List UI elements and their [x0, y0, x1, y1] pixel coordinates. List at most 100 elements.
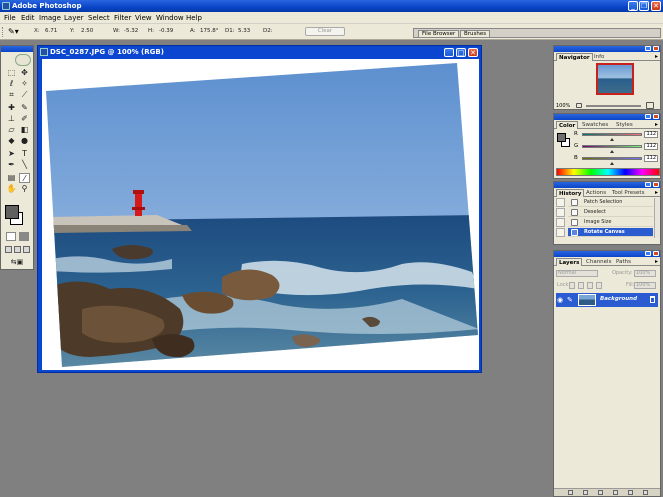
- tab-tool-presets[interactable]: Tool Presets: [610, 189, 646, 197]
- history-source-checkbox[interactable]: [556, 208, 565, 217]
- d1-value[interactable]: 5.33: [238, 28, 250, 35]
- layer-row-background[interactable]: ◉ ✎ Background: [556, 293, 658, 307]
- eraser-tool-icon[interactable]: ▱: [6, 125, 17, 135]
- eyedropper-tool-icon[interactable]: ⁄: [19, 173, 30, 183]
- trash-icon[interactable]: [643, 490, 648, 495]
- color-menu-arrow-icon[interactable]: ▸: [655, 121, 658, 128]
- full-screen-menu-icon[interactable]: [14, 246, 21, 253]
- pen-tool-icon[interactable]: ✒: [6, 160, 17, 170]
- new-layer-icon[interactable]: [628, 490, 633, 495]
- history-item[interactable]: Patch Selection: [568, 198, 653, 207]
- minimize-button[interactable]: _: [628, 1, 638, 11]
- dodge-tool-icon[interactable]: ●: [19, 136, 30, 146]
- menu-select[interactable]: Select: [88, 14, 110, 22]
- full-screen-icon[interactable]: [23, 246, 30, 253]
- close-button[interactable]: ✕: [651, 1, 661, 11]
- history-item[interactable]: Deselect: [568, 208, 653, 217]
- green-value[interactable]: 112: [644, 143, 658, 150]
- tab-layers[interactable]: Layers: [556, 258, 583, 266]
- blue-slider-thumb[interactable]: [610, 162, 614, 165]
- navigator-menu-arrow-icon[interactable]: ▸: [655, 53, 658, 60]
- red-slider-thumb[interactable]: [610, 138, 614, 141]
- path-selection-tool-icon[interactable]: ➤: [6, 149, 17, 159]
- green-slider[interactable]: [582, 145, 642, 148]
- brush-link-icon[interactable]: ✎: [567, 295, 575, 305]
- history-scrollbar[interactable]: [654, 198, 660, 238]
- slice-tool-icon[interactable]: ⟋: [19, 90, 30, 100]
- color-minimize-icon[interactable]: [645, 114, 651, 119]
- history-source-checkbox[interactable]: [556, 228, 565, 237]
- lock-all-icon[interactable]: [596, 282, 602, 289]
- navigator-minimize-icon[interactable]: [645, 46, 651, 51]
- menu-filter[interactable]: Filter: [114, 14, 131, 22]
- tab-color[interactable]: Color: [556, 121, 579, 129]
- doc-close-button[interactable]: ✕: [468, 48, 478, 57]
- menu-help[interactable]: Help: [186, 14, 202, 22]
- quick-mask-mode-icon[interactable]: [19, 232, 29, 241]
- navigator-zoom-value[interactable]: 100%: [556, 103, 570, 109]
- line-tool-icon[interactable]: ╲: [19, 160, 30, 170]
- layers-menu-arrow-icon[interactable]: ▸: [655, 258, 658, 265]
- standard-screen-icon[interactable]: [5, 246, 12, 253]
- foreground-color-swatch[interactable]: [5, 205, 19, 219]
- move-tool-icon[interactable]: ✥: [19, 68, 30, 78]
- fill-field[interactable]: 100%: [634, 282, 656, 289]
- menu-view[interactable]: View: [135, 14, 152, 22]
- zoom-tool-icon[interactable]: ⚲: [19, 184, 30, 194]
- clone-stamp-tool-icon[interactable]: ⊥: [6, 114, 17, 124]
- history-item-active[interactable]: Rotate Canvas: [568, 228, 653, 237]
- lasso-tool-icon[interactable]: ℓ: [6, 79, 17, 89]
- navigator-thumbnail[interactable]: [596, 63, 634, 95]
- navigator-zoom-slider[interactable]: [586, 105, 641, 107]
- x-value[interactable]: 6.71: [45, 28, 57, 35]
- lock-transparency-icon[interactable]: [569, 282, 575, 289]
- layer-name[interactable]: Background: [600, 296, 637, 303]
- color-spectrum-ramp[interactable]: [556, 168, 660, 176]
- tab-actions[interactable]: Actions: [584, 189, 608, 197]
- brush-tool-icon[interactable]: ✎: [19, 103, 30, 113]
- menu-file[interactable]: File: [4, 14, 16, 22]
- tab-history[interactable]: History: [556, 189, 585, 197]
- blue-value[interactable]: 112: [644, 155, 658, 162]
- adobe-online-icon[interactable]: [15, 54, 31, 66]
- menu-image[interactable]: Image: [39, 14, 61, 22]
- toolbox-header[interactable]: [1, 46, 33, 52]
- history-brush-tool-icon[interactable]: ✐: [19, 114, 30, 124]
- navigator-close-icon[interactable]: [653, 46, 659, 51]
- tab-channels[interactable]: Channels: [584, 258, 613, 266]
- doc-minimize-button[interactable]: _: [444, 48, 454, 57]
- tab-paths[interactable]: Paths: [614, 258, 633, 266]
- marquee-tool-icon[interactable]: ⬚: [6, 68, 17, 78]
- blue-slider[interactable]: [582, 157, 642, 160]
- tab-navigator[interactable]: Navigator: [556, 53, 593, 61]
- green-slider-thumb[interactable]: [610, 150, 614, 153]
- menu-edit[interactable]: Edit: [21, 14, 35, 22]
- blend-mode-select[interactable]: Normal: [556, 270, 598, 277]
- navigator-zoom-in-icon[interactable]: [646, 102, 654, 109]
- history-source-checkbox[interactable]: [556, 218, 565, 227]
- layer-mask-icon[interactable]: [583, 490, 588, 495]
- brush-tool-preset-icon[interactable]: ✎▾: [8, 27, 22, 37]
- type-tool-icon[interactable]: T: [19, 149, 30, 159]
- red-value[interactable]: 112: [644, 131, 658, 138]
- angle-value[interactable]: 175.8°: [200, 28, 219, 35]
- magic-wand-tool-icon[interactable]: ✧: [19, 79, 30, 89]
- opacity-field[interactable]: 100%: [634, 270, 656, 277]
- lock-position-icon[interactable]: [587, 282, 593, 289]
- w-value[interactable]: -5.32: [124, 28, 138, 35]
- history-close-icon[interactable]: [653, 182, 659, 187]
- tab-styles[interactable]: Styles: [614, 121, 635, 129]
- layer-set-icon[interactable]: [598, 490, 603, 495]
- menu-layer[interactable]: Layer: [64, 14, 84, 22]
- restore-button[interactable]: ❐: [639, 1, 649, 11]
- y-value[interactable]: 2.50: [81, 28, 93, 35]
- menu-window[interactable]: Window: [156, 14, 184, 22]
- tab-swatches[interactable]: Swatches: [580, 121, 610, 129]
- layers-close-icon[interactable]: [653, 251, 659, 256]
- blur-tool-icon[interactable]: ◆: [6, 136, 17, 146]
- crop-tool-icon[interactable]: ⌗: [6, 90, 17, 100]
- eye-icon[interactable]: ◉: [557, 295, 565, 305]
- red-slider[interactable]: [582, 133, 642, 136]
- hand-tool-icon[interactable]: ✋: [6, 184, 17, 194]
- clear-button[interactable]: Clear: [305, 27, 345, 36]
